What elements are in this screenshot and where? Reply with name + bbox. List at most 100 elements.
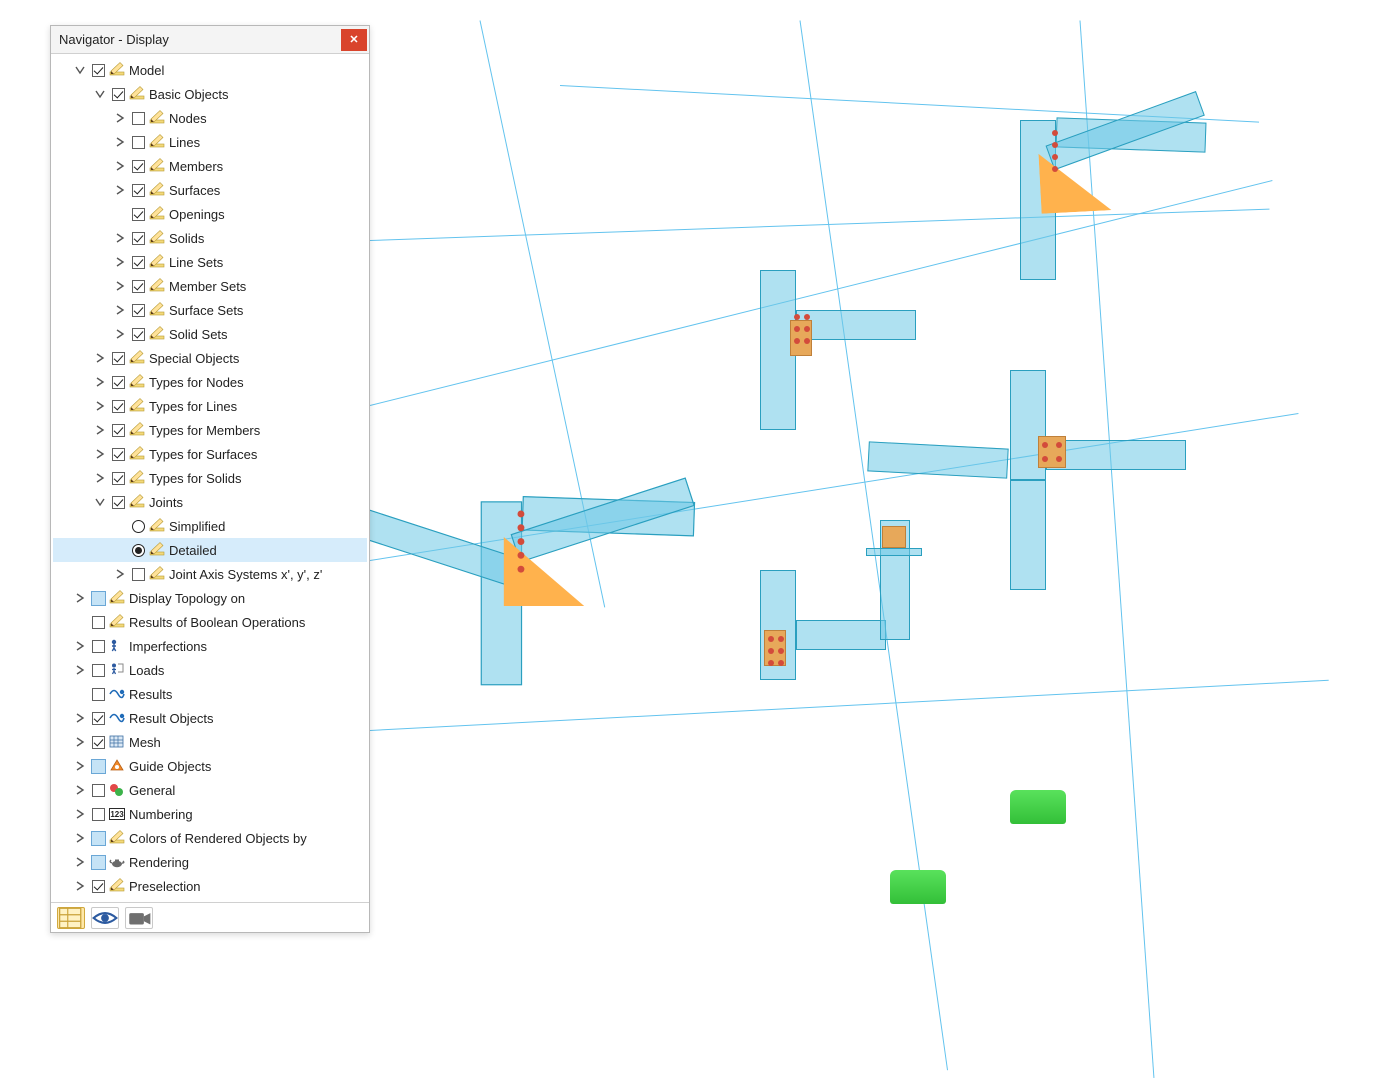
- expander-icon[interactable]: [91, 449, 109, 459]
- tree-checkbox[interactable]: [89, 591, 107, 606]
- tree-item[interactable]: Guide Objects: [53, 754, 367, 778]
- tree-item[interactable]: Types for Surfaces: [53, 442, 367, 466]
- expander-icon[interactable]: [111, 329, 129, 339]
- tree-item[interactable]: Solid Sets: [53, 322, 367, 346]
- tree-checkbox[interactable]: [129, 304, 147, 317]
- expander-icon[interactable]: [71, 641, 89, 651]
- tree-checkbox[interactable]: [89, 64, 107, 77]
- tree-item[interactable]: 123Numbering: [53, 802, 367, 826]
- tree-item[interactable]: Model: [53, 58, 367, 82]
- tree-item[interactable]: Colors of Rendered Objects by: [53, 826, 367, 850]
- tree-checkbox[interactable]: [89, 616, 107, 629]
- expander-icon[interactable]: [111, 161, 129, 171]
- expander-icon[interactable]: [71, 809, 89, 819]
- tree-item[interactable]: Surface Sets: [53, 298, 367, 322]
- tree-checkbox[interactable]: [129, 328, 147, 341]
- expander-icon[interactable]: [71, 785, 89, 795]
- tree-item[interactable]: Nodes: [53, 106, 367, 130]
- tree-checkbox[interactable]: [109, 424, 127, 437]
- tree-checkbox[interactable]: [89, 664, 107, 677]
- tree-item[interactable]: Mesh: [53, 730, 367, 754]
- tree-item[interactable]: Line Sets: [53, 250, 367, 274]
- view-mode-button[interactable]: [91, 907, 119, 929]
- expander-icon[interactable]: [111, 257, 129, 267]
- tree-checkbox[interactable]: [89, 640, 107, 653]
- expander-icon[interactable]: [71, 665, 89, 675]
- display-tree[interactable]: ModelBasic ObjectsNodesLinesMembers Surfa…: [51, 54, 369, 902]
- tree-checkbox[interactable]: [109, 376, 127, 389]
- tree-checkbox[interactable]: [89, 831, 107, 846]
- panel-header[interactable]: Navigator - Display ✕: [51, 26, 369, 54]
- tree-checkbox[interactable]: [109, 352, 127, 365]
- tree-checkbox[interactable]: [129, 232, 147, 245]
- expander-icon[interactable]: [91, 497, 109, 507]
- tree-item[interactable]: Types for Members: [53, 418, 367, 442]
- expander-icon[interactable]: [71, 833, 89, 843]
- tree-item[interactable]: Lines: [53, 130, 367, 154]
- tree-checkbox[interactable]: [89, 880, 107, 893]
- tree-item[interactable]: Loads: [53, 658, 367, 682]
- tree-checkbox[interactable]: [109, 448, 127, 461]
- tree-checkbox[interactable]: [89, 784, 107, 797]
- expander-icon[interactable]: [91, 377, 109, 387]
- tree-item[interactable]: Types for Nodes: [53, 370, 367, 394]
- tree-checkbox[interactable]: [129, 280, 147, 293]
- tree-checkbox[interactable]: [129, 256, 147, 269]
- expander-icon[interactable]: [91, 401, 109, 411]
- expander-icon[interactable]: [111, 113, 129, 123]
- tree-item[interactable]: Types for Solids: [53, 466, 367, 490]
- tree-checkbox[interactable]: [109, 88, 127, 101]
- expander-icon[interactable]: [71, 65, 89, 75]
- expander-icon[interactable]: [111, 305, 129, 315]
- camera-mode-button[interactable]: [125, 907, 153, 929]
- expander-icon[interactable]: [71, 881, 89, 891]
- tree-item[interactable]: Types for Lines: [53, 394, 367, 418]
- tree-checkbox[interactable]: [89, 688, 107, 701]
- tree-item[interactable]: Members: [53, 154, 367, 178]
- expander-icon[interactable]: [91, 353, 109, 363]
- tree-checkbox[interactable]: [89, 736, 107, 749]
- tree-item[interactable]: Preselection: [53, 874, 367, 898]
- expander-icon[interactable]: [111, 233, 129, 243]
- tree-checkbox[interactable]: [129, 208, 147, 221]
- tree-item[interactable]: Special Objects: [53, 346, 367, 370]
- expander-icon[interactable]: [111, 281, 129, 291]
- tree-item[interactable]: Joint Axis Systems x', y', z': [53, 562, 367, 586]
- expander-icon[interactable]: [71, 761, 89, 771]
- tree-checkbox[interactable]: [109, 400, 127, 413]
- tree-checkbox[interactable]: [89, 808, 107, 821]
- expander-icon[interactable]: [111, 137, 129, 147]
- expander-icon[interactable]: [111, 569, 129, 579]
- tree-checkbox[interactable]: [129, 136, 147, 149]
- tree-checkbox[interactable]: [109, 472, 127, 485]
- tree-item[interactable]: Display Topology on: [53, 586, 367, 610]
- tree-item[interactable]: Result Objects: [53, 706, 367, 730]
- close-icon[interactable]: ✕: [341, 29, 367, 51]
- expander-icon[interactable]: [91, 473, 109, 483]
- tree-item[interactable]: Simplified: [53, 514, 367, 538]
- expander-icon[interactable]: [71, 713, 89, 723]
- tree-checkbox[interactable]: [129, 520, 147, 533]
- tree-item[interactable]: Rendering: [53, 850, 367, 874]
- expander-icon[interactable]: [91, 425, 109, 435]
- tree-checkbox[interactable]: [89, 712, 107, 725]
- tree-checkbox[interactable]: [129, 184, 147, 197]
- expander-icon[interactable]: [91, 89, 109, 99]
- tree-item[interactable]: Joints: [53, 490, 367, 514]
- tree-item[interactable]: Results of Boolean Operations: [53, 610, 367, 634]
- tree-checkbox[interactable]: [129, 544, 147, 557]
- tree-checkbox[interactable]: [89, 759, 107, 774]
- tree-item[interactable]: Detailed: [53, 538, 367, 562]
- expander-icon[interactable]: [71, 737, 89, 747]
- tree-checkbox[interactable]: [89, 855, 107, 870]
- tree-item[interactable]: Results: [53, 682, 367, 706]
- tree-checkbox[interactable]: [129, 568, 147, 581]
- tree-item[interactable]: Imperfections: [53, 634, 367, 658]
- tree-item[interactable]: Member Sets: [53, 274, 367, 298]
- expander-icon[interactable]: [71, 857, 89, 867]
- expander-icon[interactable]: [111, 185, 129, 195]
- data-mode-button[interactable]: [57, 907, 85, 929]
- tree-item[interactable]: General: [53, 778, 367, 802]
- tree-checkbox[interactable]: [129, 112, 147, 125]
- tree-item[interactable]: Basic Objects: [53, 82, 367, 106]
